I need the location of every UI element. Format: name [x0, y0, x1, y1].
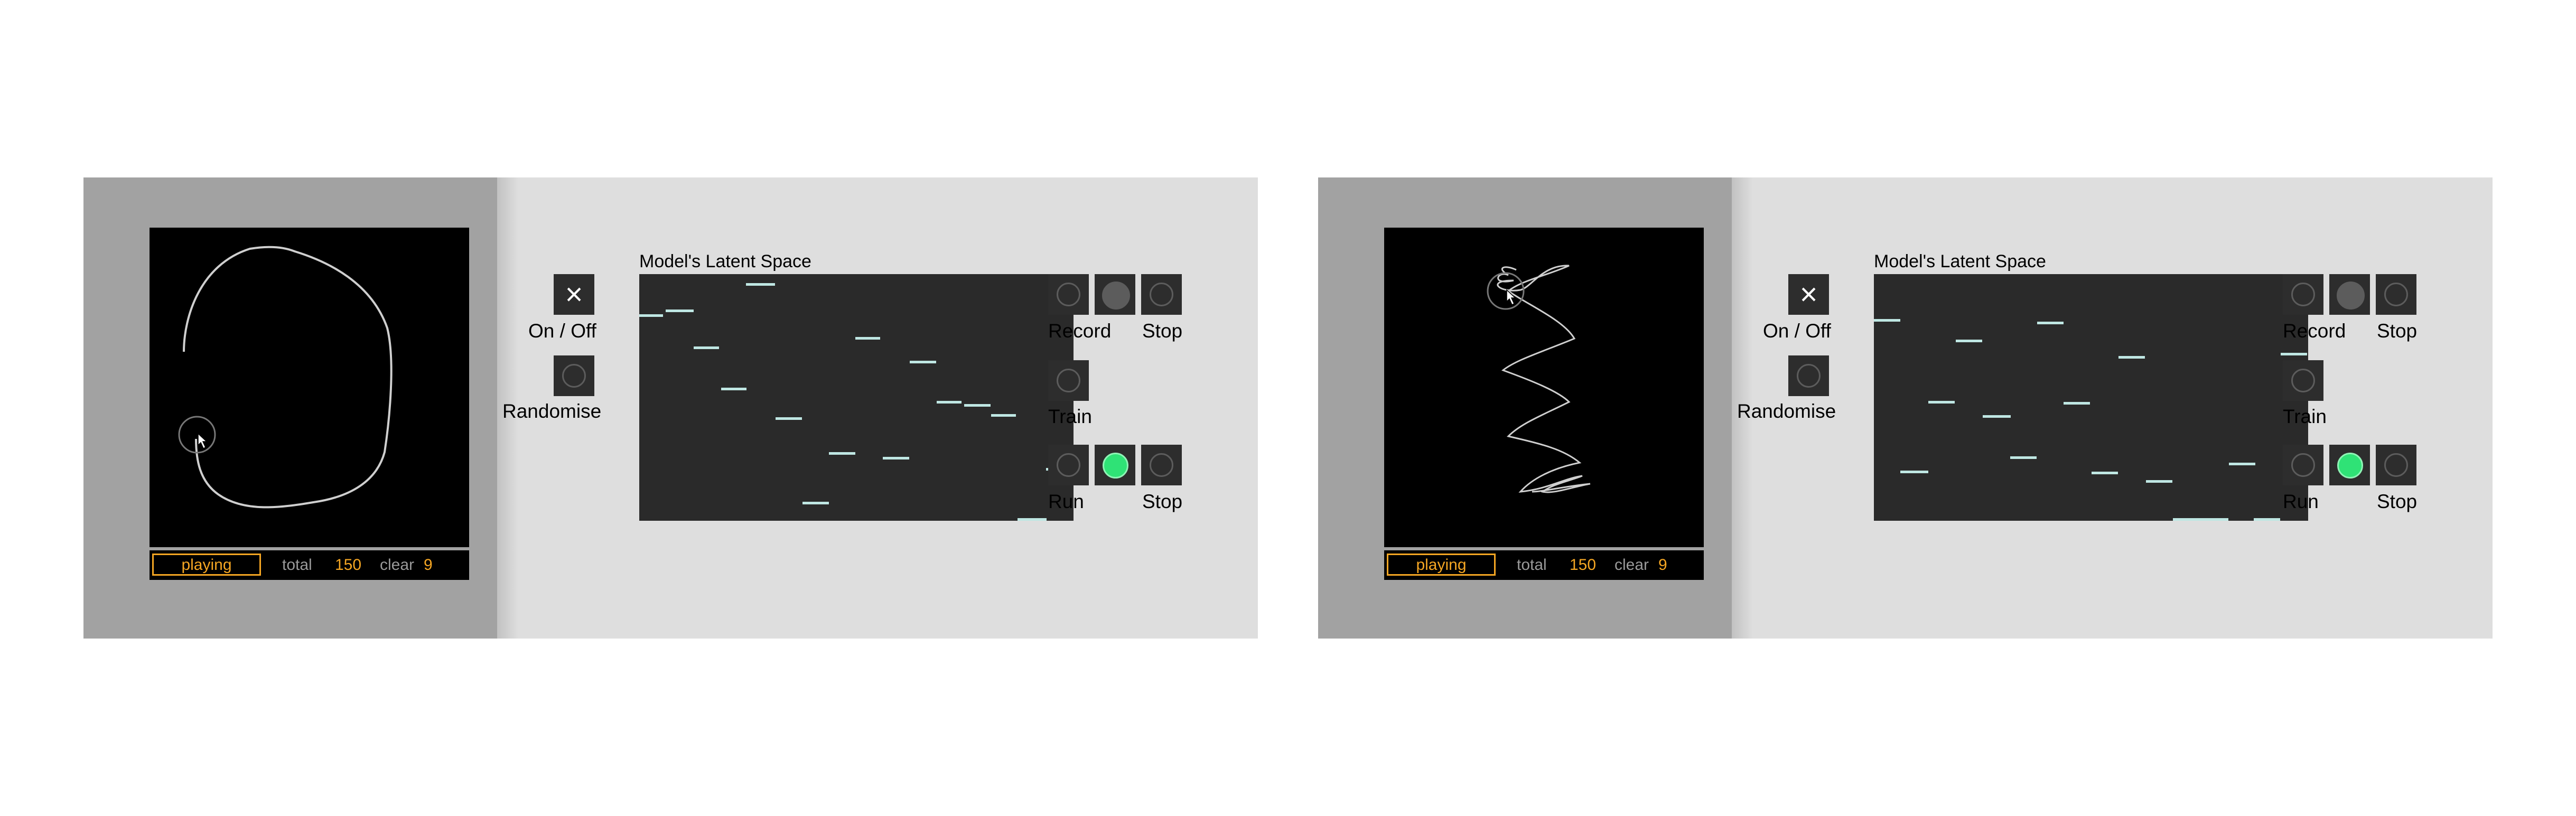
status-playing: playing — [1387, 554, 1496, 576]
train-button[interactable] — [1048, 360, 1089, 401]
drawing-canvas[interactable] — [1384, 228, 1704, 547]
latent-marker — [2037, 322, 2064, 324]
randomise-label: Randomise — [502, 400, 602, 422]
record-button[interactable] — [1048, 274, 1089, 315]
stop-record-button[interactable] — [2376, 274, 2416, 315]
record-indicator — [2329, 274, 2370, 315]
latent-marker — [2254, 518, 2280, 521]
latent-marker — [2281, 353, 2307, 355]
total-value: 150 — [335, 556, 362, 574]
latent-marker — [1956, 340, 1982, 342]
latent-space-view[interactable] — [1874, 274, 2308, 521]
record-label: Record — [1048, 320, 1112, 342]
status-bar: playing total 150 clear 9 — [150, 550, 469, 580]
drawing-canvas[interactable] — [150, 228, 469, 547]
latent-marker — [776, 417, 802, 420]
stop-record-label: Stop — [1142, 320, 1183, 342]
latent-marker — [2010, 456, 2037, 459]
run-indicator — [2329, 445, 2370, 485]
stop-run-button[interactable] — [2376, 445, 2416, 485]
clear-label: clear — [380, 556, 415, 574]
clear-label: clear — [1614, 556, 1649, 574]
on-off-toggle[interactable]: × — [554, 274, 594, 315]
total-label: total — [282, 556, 312, 574]
run-label: Run — [2283, 491, 2319, 512]
record-indicator — [1095, 274, 1135, 315]
status-playing: playing — [152, 554, 261, 576]
latent-marker — [2229, 463, 2255, 465]
run-button[interactable] — [2283, 445, 2323, 485]
latent-marker — [639, 314, 663, 317]
latent-marker — [1018, 518, 1047, 521]
latent-marker — [2173, 518, 2228, 521]
latent-marker — [802, 502, 829, 504]
latent-marker — [1900, 471, 1928, 473]
stop-run-button[interactable] — [1141, 445, 1182, 485]
app-panel-2: playing total 150 clear 9 × On / Off Ran… — [1318, 177, 2493, 639]
latent-marker — [1874, 319, 1900, 322]
latent-marker — [1928, 401, 1955, 404]
train-button[interactable] — [2283, 360, 2323, 401]
randomise-label: Randomise — [1737, 400, 1836, 422]
latent-marker — [937, 401, 962, 404]
latent-marker — [666, 309, 694, 312]
on-off-toggle[interactable]: × — [1788, 274, 1829, 315]
latent-marker — [2118, 356, 2145, 359]
randomise-button[interactable] — [554, 355, 594, 396]
latent-marker — [694, 346, 719, 349]
latent-marker — [1983, 415, 2011, 418]
run-indicator — [1095, 445, 1135, 485]
latent-marker — [883, 457, 909, 459]
pointer-cursor-icon — [198, 433, 208, 449]
stop-run-label: Stop — [2377, 491, 2418, 512]
close-x-icon: × — [565, 277, 583, 312]
app-panel-1: playing total 150 clear 9 × On / Off Ran… — [83, 177, 1258, 639]
total-value: 150 — [1570, 556, 1597, 574]
run-label: Run — [1048, 491, 1084, 512]
on-off-label: On / Off — [1763, 320, 1831, 342]
record-button[interactable] — [2283, 274, 2323, 315]
latent-space-title: Model's Latent Space — [639, 251, 811, 271]
stop-record-label: Stop — [2377, 320, 2418, 342]
stop-run-label: Stop — [1142, 491, 1183, 512]
stop-record-button[interactable] — [1141, 274, 1182, 315]
train-label: Train — [1048, 406, 1092, 427]
latent-marker — [2146, 480, 2172, 483]
latent-marker — [855, 337, 880, 340]
clear-value: 9 — [1658, 556, 1667, 574]
latent-marker — [910, 361, 936, 363]
on-off-label: On / Off — [528, 320, 596, 342]
close-x-icon: × — [1799, 277, 1818, 312]
latent-space-view[interactable] — [639, 274, 1074, 521]
run-button[interactable] — [1048, 445, 1089, 485]
latent-marker — [2064, 402, 2090, 405]
record-label: Record — [2283, 320, 2346, 342]
latent-space-title: Model's Latent Space — [1874, 251, 2046, 271]
train-label: Train — [2283, 406, 2327, 427]
status-bar: playing total 150 clear 9 — [1384, 550, 1704, 580]
clear-value: 9 — [424, 556, 433, 574]
latent-marker — [721, 388, 746, 390]
randomise-button[interactable] — [1788, 355, 1829, 396]
latent-marker — [2092, 472, 2118, 474]
total-label: total — [1517, 556, 1547, 574]
latent-marker — [964, 404, 991, 407]
latent-marker — [991, 414, 1016, 417]
gesture-path — [183, 246, 393, 509]
latent-marker — [746, 283, 775, 286]
latent-marker — [829, 452, 855, 455]
